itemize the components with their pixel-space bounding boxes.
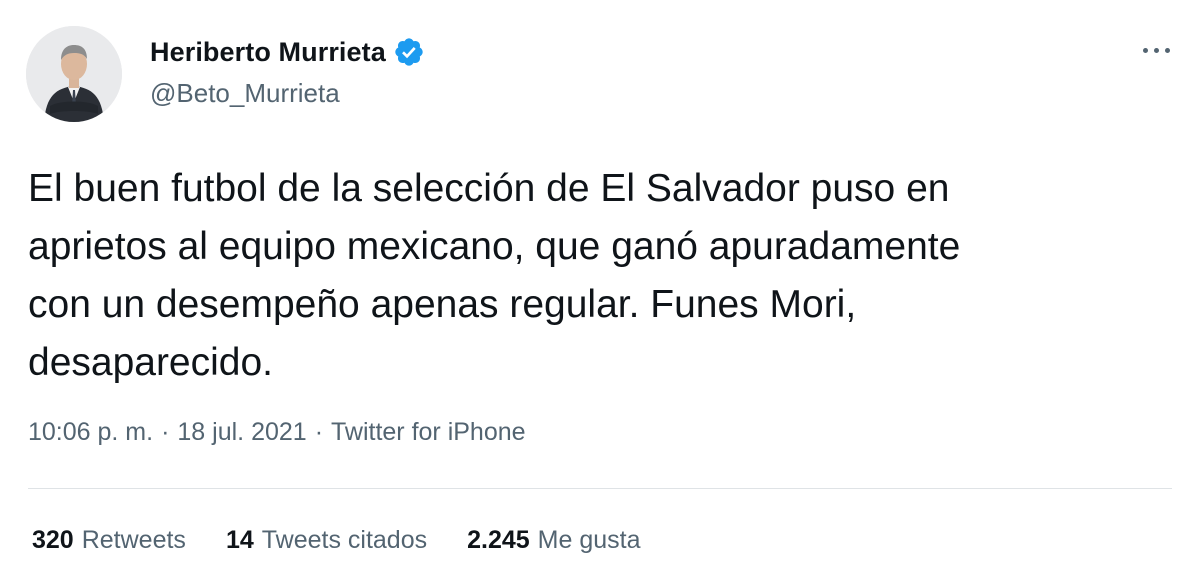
tweet-metadata: 10:06 p. m. · 18 jul. 2021 · Twitter for… [28, 418, 526, 447]
retweets-label: Retweets [81, 526, 186, 554]
verified-badge-icon [393, 36, 425, 68]
tweet-date[interactable]: 18 jul. 2021 [177, 418, 306, 447]
likes-label: Me gusta [537, 526, 641, 554]
retweets-stat[interactable]: 320 Retweets [32, 526, 186, 555]
meta-separator: · [314, 418, 324, 446]
avatar[interactable] [26, 26, 122, 122]
meta-separator: · [161, 418, 170, 446]
quote-tweets-label: Tweets citados [261, 526, 428, 554]
divider [28, 488, 1172, 489]
likes-count: 2.245 [467, 526, 530, 554]
author-name-row: Heriberto Murrieta [150, 32, 425, 72]
quote-tweets-count: 14 [225, 526, 254, 554]
likes-stat[interactable]: 2.245 Me gusta [467, 526, 640, 555]
author-handle[interactable]: @Beto_Murrieta [150, 78, 425, 109]
more-dot [1142, 47, 1148, 53]
tweet-stats: 320 Retweets 14 Tweets citados 2.245 Me … [32, 526, 681, 555]
tweet-time[interactable]: 10:06 p. m. [28, 418, 153, 447]
profile-photo-icon [26, 26, 122, 122]
tweet-author: Heriberto Murrieta @Beto_Murrieta [150, 32, 425, 109]
more-dot [1164, 47, 1170, 53]
author-display-name[interactable]: Heriberto Murrieta [150, 37, 386, 68]
more-dot [1153, 47, 1159, 53]
quote-tweets-stat[interactable]: 14 Tweets citados [226, 526, 427, 555]
retweets-count: 320 [32, 526, 74, 554]
tweet-source[interactable]: Twitter for iPhone [331, 418, 526, 447]
tweet-text: El buen futbol de la selección de El Sal… [28, 167, 961, 384]
more-horizontal-icon[interactable] [1136, 38, 1176, 62]
